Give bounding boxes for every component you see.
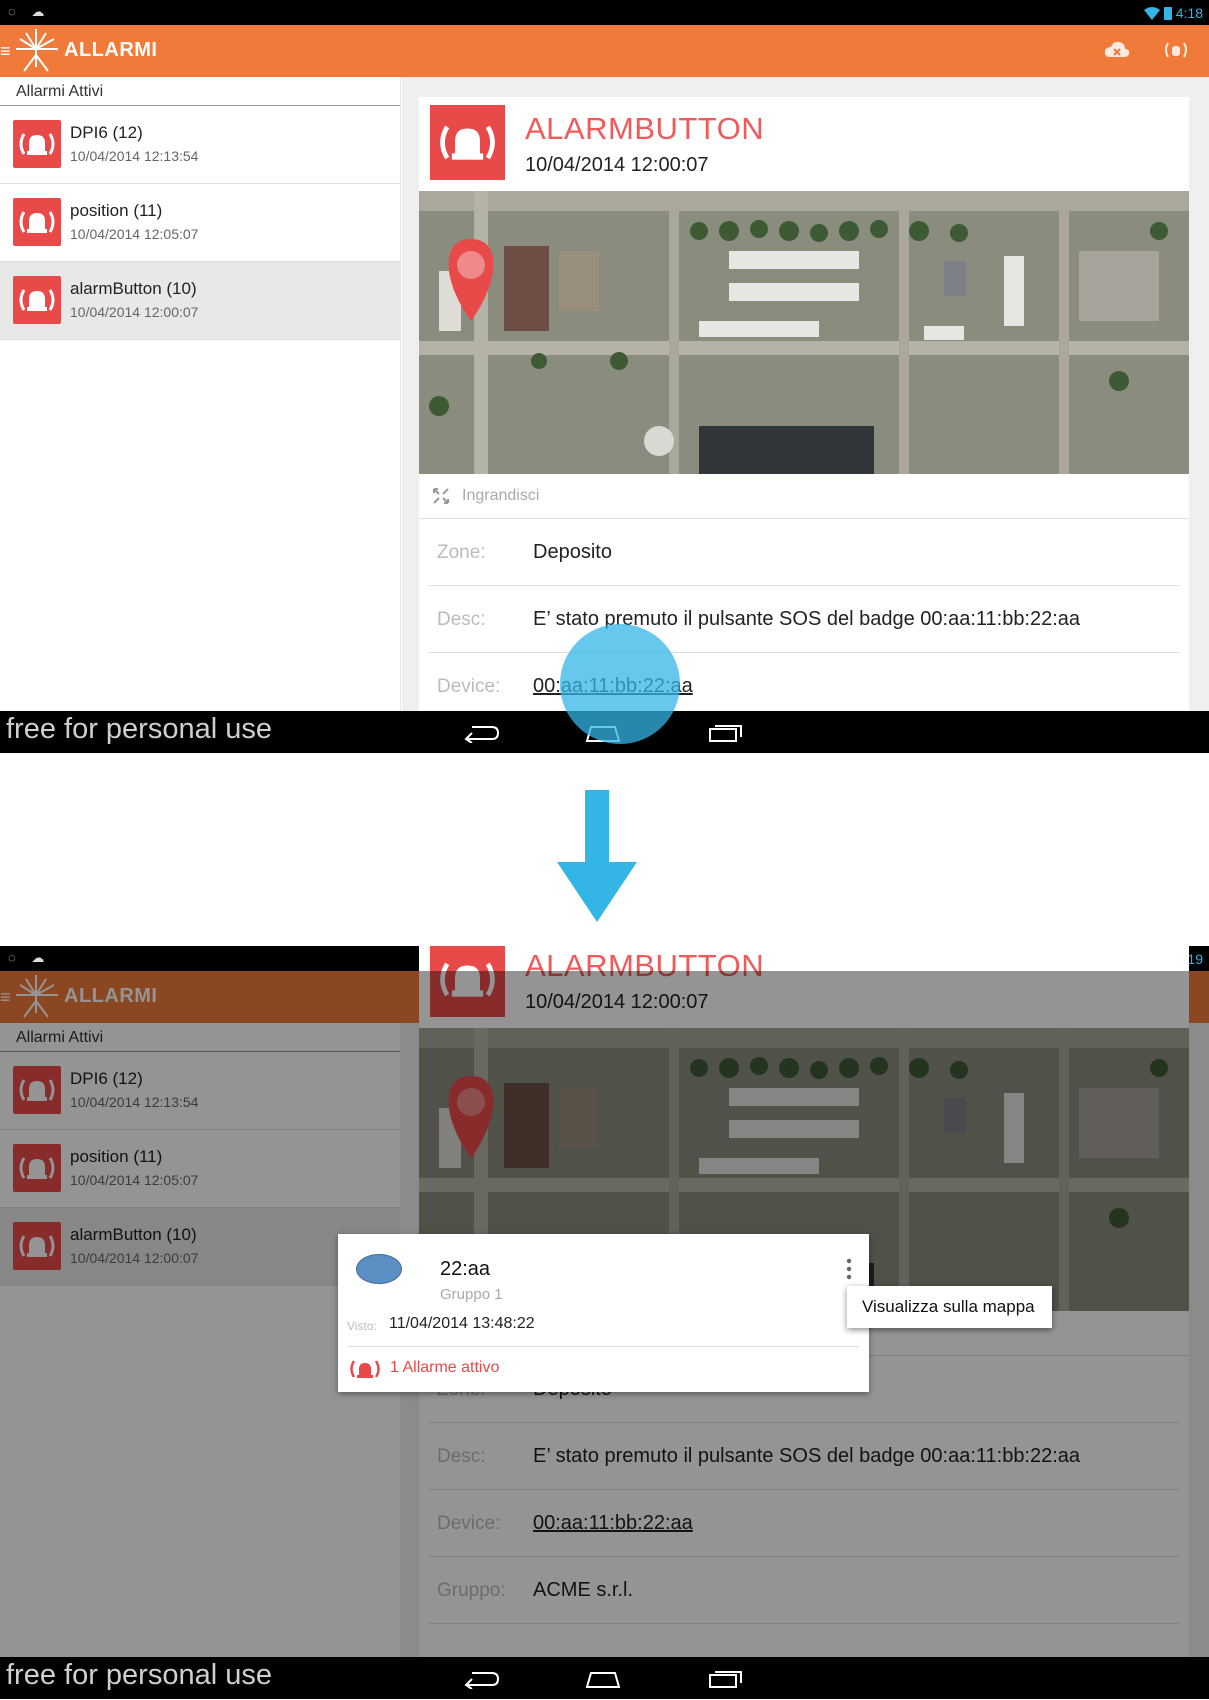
- desc-label: Desc:: [437, 609, 486, 630]
- menu-icon[interactable]: ≡: [0, 42, 11, 60]
- status-clock: 4:18: [1175, 5, 1203, 21]
- divider: [347, 1346, 859, 1347]
- device-avatar: [356, 1254, 402, 1284]
- transition-arrow-icon: [557, 790, 637, 922]
- siren-icon: [430, 105, 505, 180]
- device-group: Gruppo 1: [440, 1286, 503, 1303]
- alarm-name: position (11): [70, 201, 163, 220]
- status-bar: ◌ ☁ 4:18: [0, 0, 1209, 25]
- wifi-icon: [1143, 6, 1160, 20]
- system-nav-bar: free for personal use: [0, 1657, 1209, 1699]
- seen-value: 11/04/2014 13:48:22: [389, 1315, 535, 1332]
- alarm-date: 10/04/2014 12:05:07: [70, 226, 199, 242]
- active-alarm-link[interactable]: 1 Allarme attivo: [390, 1359, 499, 1377]
- satellite-map[interactable]: [419, 191, 1189, 474]
- enlarge-label: Ingrandisci: [462, 487, 540, 504]
- desc-row: Desc: E’ stato premuto il pulsante SOS d…: [429, 586, 1179, 653]
- screenshot-before: ◌ ☁ 4:18 ≡ ALLARMI Allarmi Attivi DPI6 (…: [0, 0, 1209, 753]
- list-item[interactable]: position (11) 10/04/2014 12:05:07: [0, 184, 400, 262]
- seen-label: Visto:: [347, 1319, 377, 1333]
- app-title: ALLARMI: [64, 39, 158, 61]
- back-icon[interactable]: [464, 721, 500, 743]
- notification-icons: ◌ ☁: [8, 4, 51, 19]
- siren-icon: [13, 276, 61, 324]
- device-popup: 22:aa Gruppo 1 Visto: 11/04/2014 13:48:2…: [338, 1234, 869, 1392]
- alarm-title: ALARMBUTTON: [525, 111, 765, 146]
- device-label: Device:: [437, 676, 501, 697]
- list-item[interactable]: DPI6 (12) 10/04/2014 12:13:54: [0, 106, 400, 184]
- section-title: Allarmi Attivi: [0, 77, 400, 106]
- list-item-selected[interactable]: alarmButton (10) 10/04/2014 12:00:07: [0, 262, 400, 340]
- alarm-date: 10/04/2014 12:13:54: [70, 148, 199, 164]
- alarm-detail-card: ALARMBUTTON 10/04/2014 12:00:07: [419, 97, 1189, 747]
- battery-icon: [1163, 6, 1172, 20]
- more-vert-icon[interactable]: [846, 1258, 852, 1280]
- zone-value: Deposito: [533, 541, 612, 563]
- device-name: 22:aa: [440, 1258, 491, 1280]
- siren-icon: [350, 1360, 380, 1378]
- expand-icon: [433, 488, 449, 504]
- alarm-name: alarmButton (10): [70, 279, 197, 298]
- alarm-datetime: 10/04/2014 12:00:07: [525, 154, 709, 176]
- watermark: free for personal use: [6, 713, 272, 745]
- recents-icon[interactable]: [707, 721, 743, 743]
- touch-indicator: [560, 624, 680, 744]
- app-logo-icon[interactable]: [12, 27, 60, 75]
- enlarge-button[interactable]: Ingrandisci: [419, 474, 1189, 519]
- alarm-broadcast-icon[interactable]: [1163, 39, 1189, 61]
- zone-label: Zone:: [437, 542, 486, 563]
- alarm-name: DPI6 (12): [70, 123, 143, 142]
- siren-icon: [13, 198, 61, 246]
- menu-item-show-on-map[interactable]: Visualizza sulla mappa: [847, 1286, 1052, 1328]
- back-icon[interactable]: [464, 1667, 500, 1689]
- device-row: Device: 00:aa:11:bb:22:aa: [429, 653, 1179, 720]
- home-icon[interactable]: [585, 1667, 621, 1689]
- siren-icon: [13, 120, 61, 168]
- cloud-icon[interactable]: [1104, 39, 1130, 61]
- alarm-list-panel: Allarmi Attivi DPI6 (12) 10/04/2014 12:1…: [0, 77, 401, 711]
- zone-row: Zone: Deposito: [429, 519, 1179, 586]
- action-bar: ≡ ALLARMI: [0, 25, 1209, 77]
- recents-icon[interactable]: [707, 1667, 743, 1689]
- watermark: free for personal use: [6, 1659, 272, 1691]
- notification-icons: ◌ ☁: [8, 950, 51, 965]
- alarm-date: 10/04/2014 12:00:07: [70, 304, 199, 320]
